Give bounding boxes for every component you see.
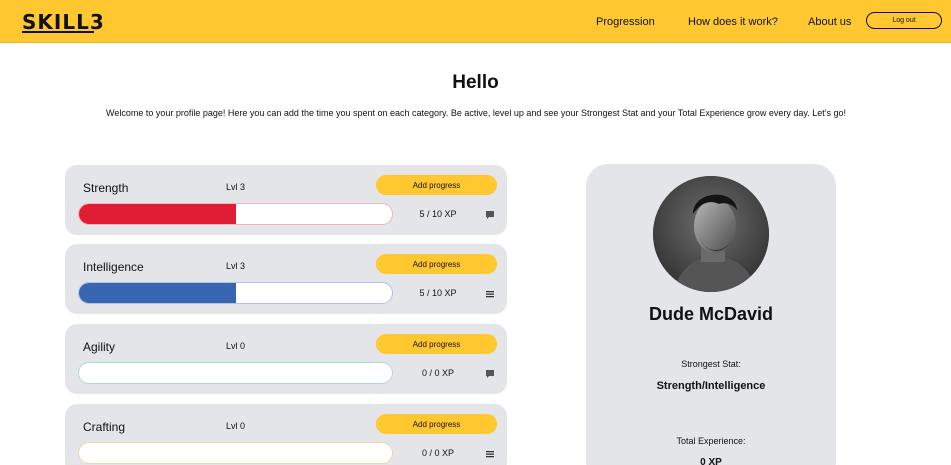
progress-bar [78,282,393,304]
profile-card: Dude McDavid Strongest Stat: Strength/In… [586,164,836,465]
progress-bar [78,362,393,384]
stat-name: Intelligence [83,260,144,274]
strongest-stat-label: Strongest Stat: [681,359,741,369]
stat-level: Lvl 0 [226,421,246,431]
comment-icon[interactable] [485,369,495,379]
stat-card-agility: Agility Lvl 0 Add progress 0 / 0 XP [65,324,507,394]
stat-name: Agility [83,340,116,354]
nav-how-it-works-link[interactable]: How does it work? [688,16,778,28]
total-experience-label: Total Experience: [676,436,746,446]
add-progress-button[interactable]: Add progress [376,175,497,195]
stat-card-strength: Strength Lvl 3 Add progress 5 / 10 XP [65,165,507,235]
add-progress-button[interactable]: Add progress [376,414,497,434]
xp-value: 0 / 0 XP [421,448,455,458]
profile-name: Dude McDavid [648,304,774,324]
xp-value: 0 / 0 XP [421,368,455,378]
progress-bar-fill [79,283,236,303]
stat-card-crafting: Crafting Lvl 0 Add progress 0 / 0 XP [65,404,507,465]
avatar-photo [653,176,769,292]
xp-value: 5 / 10 XP [419,288,457,298]
stat-level: Lvl 3 [226,261,246,271]
header-bar: SKILL3 Progression How does it work? Abo… [0,0,951,43]
add-progress-button[interactable]: Add progress [376,334,497,354]
avatar [653,176,769,292]
comment-icon[interactable] [485,210,495,220]
xp-value: 5 / 10 XP [419,209,457,219]
stat-name: Strength [83,181,129,195]
nav-progression-link[interactable]: Progression [596,16,655,28]
logout-button[interactable]: Log out [866,12,942,29]
page-title: Hello [452,72,499,93]
progress-bar [78,442,393,464]
list-icon[interactable] [485,289,495,299]
stat-level: Lvl 3 [226,182,246,192]
nav-about-us-link[interactable]: About us [808,16,851,28]
stat-card-intelligence: Intelligence Lvl 3 Add progress 5 / 10 X… [65,244,507,314]
stat-level: Lvl 0 [226,341,246,351]
progress-bar-fill [79,204,236,224]
logo-underline [22,31,94,33]
list-icon[interactable] [485,449,495,459]
page-intro-text: Welcome to your profile page! Here you c… [106,108,846,118]
add-progress-button[interactable]: Add progress [376,254,497,274]
stat-name: Crafting [83,420,126,434]
total-experience-value: 0 XP [700,457,722,465]
progress-bar [78,203,393,225]
strongest-stat-value: Strength/Intelligence [656,380,766,392]
